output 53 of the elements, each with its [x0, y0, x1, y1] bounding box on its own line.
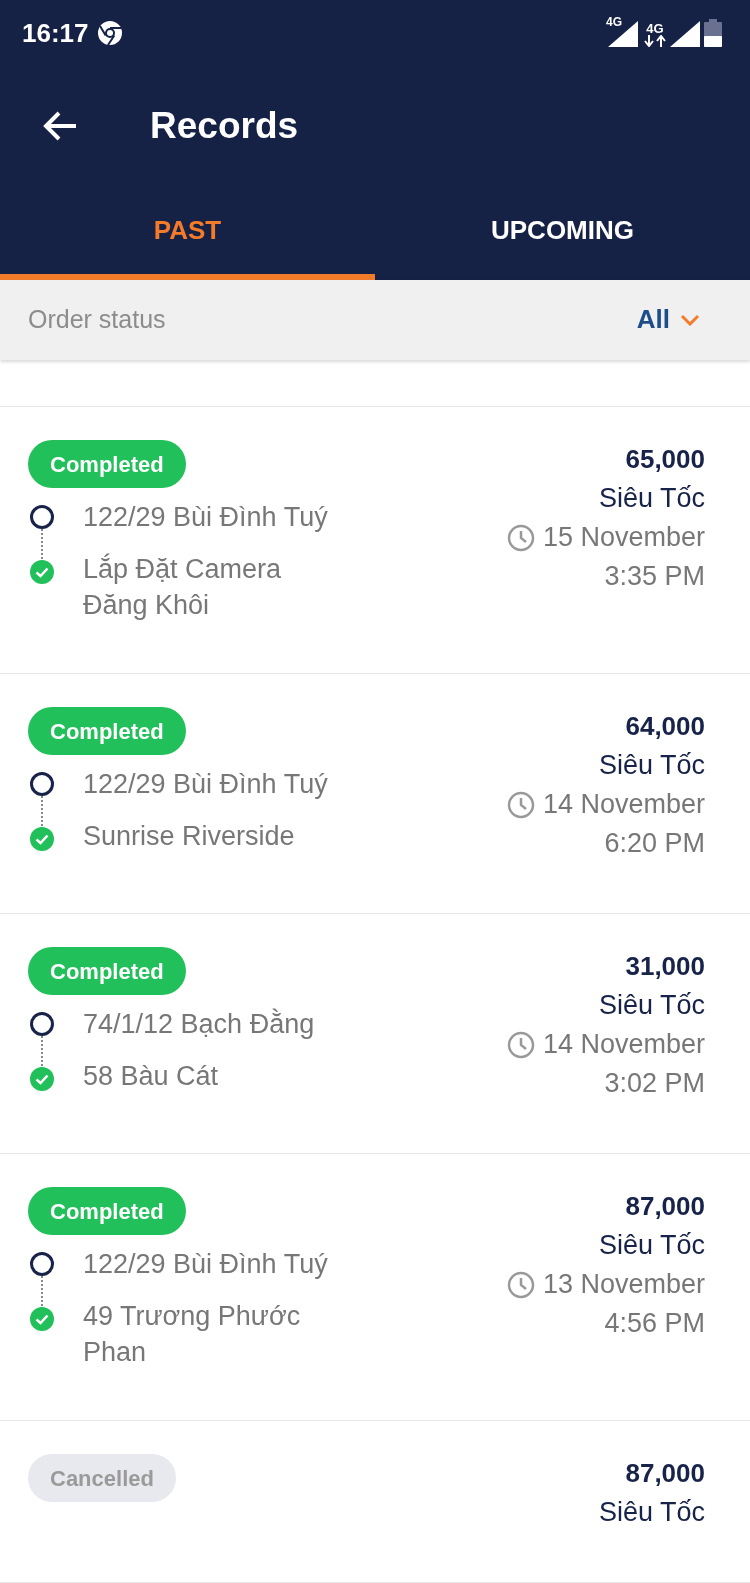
pickup-address: 74/1/12 Bạch Đằng	[83, 1007, 315, 1041]
status-time: 16:17	[22, 16, 89, 50]
price: 87,000	[625, 1457, 705, 1490]
clock-icon	[506, 523, 535, 552]
status-badge: Completed	[28, 947, 186, 995]
dropoff-address: 49 Trương Phước Phan	[83, 1300, 302, 1369]
dropoff-address: Sunrise Riverside	[83, 820, 296, 853]
filter-bar[interactable]: Order status All	[0, 280, 750, 360]
check-circle-icon	[30, 1307, 54, 1331]
pickup-address: 122/29 Bùi Đình Tuý	[83, 768, 328, 801]
data-transfer-icon	[644, 35, 666, 47]
order-time: 3:02 PM	[604, 1067, 705, 1100]
dropoff-address: Lắp Đặt Camera Đăng Khôi	[83, 552, 283, 622]
browser-icon	[96, 20, 123, 46]
price: 64,000	[625, 710, 705, 743]
clock-icon	[506, 790, 535, 819]
filter-label: Order status	[28, 304, 166, 336]
order-date: 14 November	[542, 1028, 705, 1061]
service-type: Siêu Tốc	[598, 482, 705, 515]
price: 31,000	[625, 950, 705, 983]
service-type: Siêu Tốc	[598, 1229, 705, 1262]
order-time: 3:35 PM	[604, 560, 705, 593]
dropoff-address: 58 Bàu Cát	[83, 1060, 220, 1093]
status-badge: Completed	[28, 707, 186, 755]
service-type: Siêu Tốc	[598, 989, 705, 1022]
status-badge: Cancelled	[28, 1454, 176, 1502]
order-date: 13 November	[542, 1268, 705, 1301]
clock-icon	[506, 1270, 535, 1299]
status-badge: Completed	[28, 440, 186, 488]
battery-icon	[704, 19, 722, 47]
order-date: 14 November	[542, 788, 705, 821]
tab[interactable]: UPCOMING	[375, 186, 750, 280]
order-date: 15 November	[542, 521, 705, 554]
service-type: Siêu Tốc	[598, 1496, 705, 1529]
price: 65,000	[625, 443, 705, 476]
check-circle-icon	[30, 1067, 54, 1091]
filter-value: All	[636, 303, 670, 337]
order-time: 6:20 PM	[604, 827, 705, 860]
service-type: Siêu Tốc	[598, 749, 705, 782]
chevron-down-icon	[680, 313, 700, 326]
price: 87,000	[625, 1190, 705, 1223]
pickup-address: 122/29 Bùi Đình Tuý	[83, 501, 328, 534]
check-circle-icon	[30, 827, 54, 851]
back-arrow-icon	[42, 110, 78, 142]
signal-icon	[670, 21, 700, 47]
clock-icon	[506, 1030, 535, 1059]
pickup-address: 122/29 Bùi Đình Tuý	[83, 1248, 328, 1281]
order-time: 4:56 PM	[604, 1307, 705, 1340]
network-label: 4G	[646, 22, 664, 35]
status-badge: Completed	[28, 1187, 186, 1235]
network-label: 4G	[606, 14, 622, 31]
check-circle-icon	[30, 560, 54, 584]
page-title: Records	[150, 104, 299, 149]
